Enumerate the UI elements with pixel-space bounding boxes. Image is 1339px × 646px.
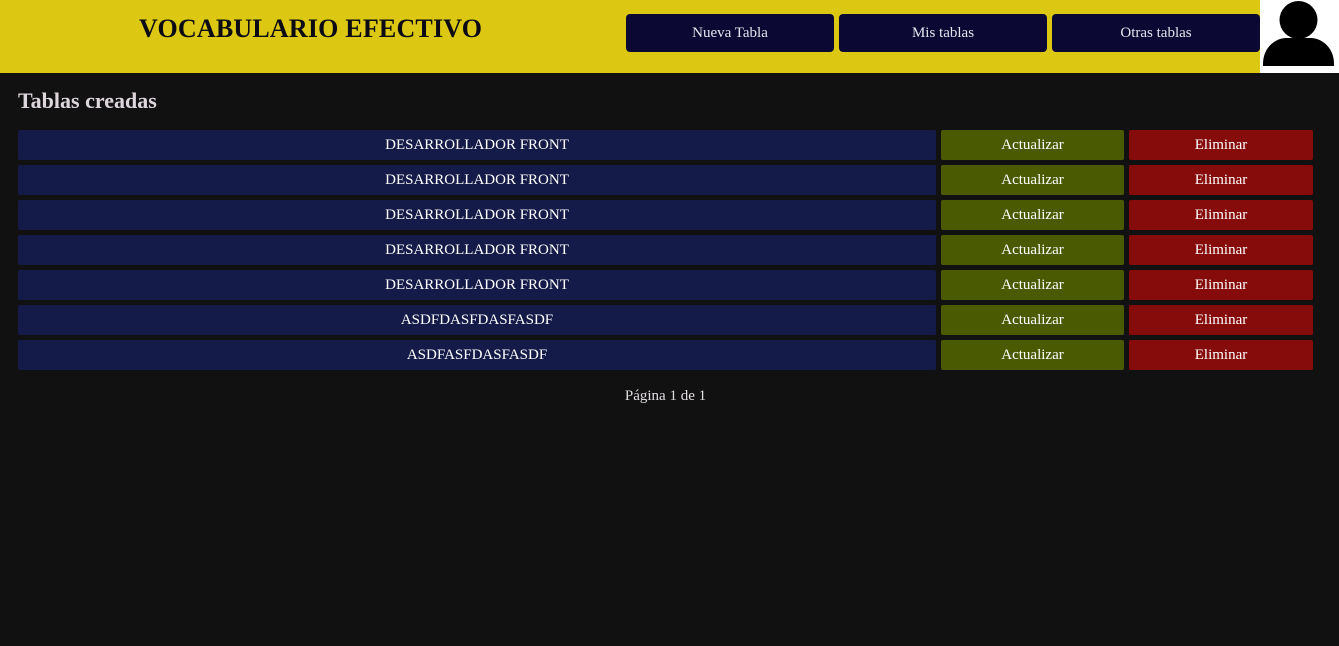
table-name: ASDFASFDASFASDF [18, 340, 936, 370]
nav-button-nueva-tabla[interactable]: Nueva Tabla [626, 14, 834, 52]
app-title: VOCABULARIO EFECTIVO [139, 14, 483, 43]
app-header: VOCABULARIO EFECTIVO Nueva Tabla Mis tab… [0, 0, 1339, 73]
update-button[interactable]: Actualizar [941, 305, 1124, 335]
update-button[interactable]: Actualizar [941, 340, 1124, 370]
page-title: Tablas creadas [18, 88, 157, 113]
avatar[interactable] [1260, 0, 1339, 73]
delete-button[interactable]: Eliminar [1129, 200, 1313, 230]
update-button[interactable]: Actualizar [941, 235, 1124, 265]
table-row: DESARROLLADOR FRONT Actualizar Eliminar [18, 200, 1313, 230]
table-name: DESARROLLADOR FRONT [18, 165, 936, 195]
table-row: DESARROLLADOR FRONT Actualizar Eliminar [18, 270, 1313, 300]
update-button[interactable]: Actualizar [941, 165, 1124, 195]
delete-button[interactable]: Eliminar [1129, 305, 1313, 335]
update-button[interactable]: Actualizar [941, 200, 1124, 230]
delete-button[interactable]: Eliminar [1129, 340, 1313, 370]
delete-button[interactable]: Eliminar [1129, 270, 1313, 300]
nav-button-otras-tablas[interactable]: Otras tablas [1052, 14, 1260, 52]
table-row: ASDFDASFDASFASDF Actualizar Eliminar [18, 305, 1313, 335]
table-name: DESARROLLADOR FRONT [18, 130, 936, 160]
pagination-text: Página 1 de 1 [624, 388, 707, 404]
update-button[interactable]: Actualizar [941, 130, 1124, 160]
delete-button[interactable]: Eliminar [1129, 165, 1313, 195]
user-icon [1263, 1, 1334, 66]
table-name: DESARROLLADOR FRONT [18, 200, 936, 230]
table-row: DESARROLLADOR FRONT Actualizar Eliminar [18, 130, 1313, 160]
table-row: ASDFASFDASFASDF Actualizar Eliminar [18, 340, 1313, 370]
table-name: DESARROLLADOR FRONT [18, 270, 936, 300]
tables-list: DESARROLLADOR FRONT Actualizar Eliminar … [18, 130, 1313, 375]
nav-button-mis-tablas[interactable]: Mis tablas [839, 14, 1047, 52]
table-row: DESARROLLADOR FRONT Actualizar Eliminar [18, 165, 1313, 195]
table-name: ASDFDASFDASFASDF [18, 305, 936, 335]
update-button[interactable]: Actualizar [941, 270, 1124, 300]
table-row: DESARROLLADOR FRONT Actualizar Eliminar [18, 235, 1313, 265]
table-name: DESARROLLADOR FRONT [18, 235, 936, 265]
delete-button[interactable]: Eliminar [1129, 235, 1313, 265]
delete-button[interactable]: Eliminar [1129, 130, 1313, 160]
